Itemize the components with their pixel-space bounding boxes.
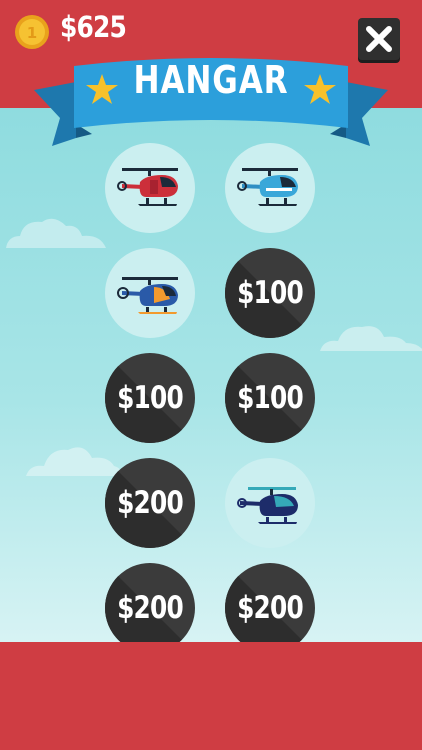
price-label: $100 <box>237 275 304 311</box>
hangar-slot-locked[interactable]: $100 <box>225 248 315 338</box>
cloud <box>320 326 422 351</box>
price-label: $200 <box>117 485 184 521</box>
bottom-panel <box>0 642 422 750</box>
hangar-slot-red-helicopter[interactable] <box>105 143 195 233</box>
price-label: $200 <box>117 590 184 626</box>
price-label: $100 <box>237 380 304 416</box>
hangar-slot-orange-helicopter[interactable] <box>105 248 195 338</box>
hangar-slot-locked[interactable]: $200 <box>105 458 195 548</box>
hangar-slot-locked[interactable]: $100 <box>225 353 315 443</box>
coin-icon: 1 <box>15 15 49 49</box>
hangar-slot-locked[interactable]: $100 <box>105 353 195 443</box>
price-label: $100 <box>117 380 184 416</box>
red-helicopter-icon <box>117 168 178 206</box>
price-label: $200 <box>237 590 304 626</box>
orange-blue-helicopter-icon <box>117 277 178 314</box>
cloud <box>26 447 122 476</box>
cloud <box>6 218 106 248</box>
blue-helicopter-icon <box>237 168 298 206</box>
hangar-slot-navy-helicopter[interactable] <box>225 458 315 548</box>
page-title: HANGAR <box>133 58 289 102</box>
hangar-slot-locked[interactable]: $200 <box>225 563 315 653</box>
coin-symbol: 1 <box>27 24 37 42</box>
money-balance: $625 <box>60 10 127 44</box>
navy-teal-helicopter-icon <box>237 487 298 524</box>
hangar-slot-locked[interactable]: $200 <box>105 563 195 653</box>
sky-background <box>0 108 422 642</box>
hangar-slot-blue-helicopter[interactable] <box>225 143 315 233</box>
